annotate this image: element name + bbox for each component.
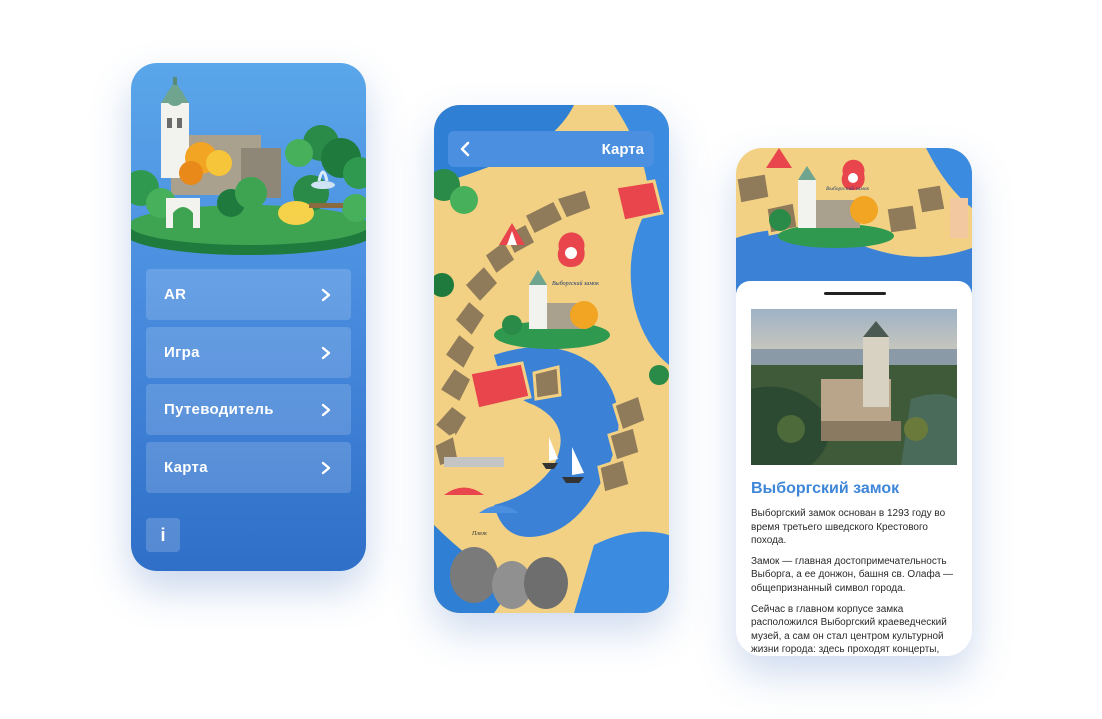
map-header: Карта <box>448 131 654 167</box>
info-button[interactable]: i <box>146 518 180 552</box>
page-title: Выборгский замок <box>751 480 900 497</box>
castle-illustration <box>131 77 366 255</box>
map-marker-label: Выборгский замок <box>552 280 599 287</box>
beach-label: Пляж <box>471 531 488 537</box>
castle-photo <box>751 309 957 465</box>
map-marker-label: Выборгский замок <box>826 185 869 192</box>
detail-sheet: Выборгский замок Выборгский замок основа… <box>736 281 972 656</box>
menu-item-label: AR <box>164 286 187 303</box>
map-illustration[interactable]: Выборгский замок <box>736 148 972 298</box>
menu-item-ar[interactable]: AR <box>146 269 351 320</box>
menu-item-guide[interactable]: Путеводитель <box>146 384 351 435</box>
description-paragraph: Сейчас в главном корпусе замка расположи… <box>751 603 947 656</box>
menu-item-label: Путеводитель <box>164 401 274 418</box>
drag-handle[interactable] <box>824 292 886 295</box>
chevron-right-icon <box>321 288 331 301</box>
chevron-right-icon <box>321 346 331 359</box>
chevron-left-icon[interactable] <box>458 141 474 157</box>
page-title: Карта <box>601 140 644 158</box>
description: Выборгский замок основан в 1293 году во … <box>751 507 961 656</box>
chevron-right-icon <box>321 461 331 474</box>
menu-item-game[interactable]: Игра <box>146 327 351 378</box>
map-screen: Выборгский замок Пляж Карта <box>434 105 669 613</box>
menu-item-map[interactable]: Карта <box>146 442 351 493</box>
chevron-right-icon <box>321 403 331 416</box>
description-paragraph: Выборгский замок основан в 1293 году во … <box>751 508 946 547</box>
menu-item-label: Игра <box>164 344 200 361</box>
menu-item-label: Карта <box>164 459 208 476</box>
menu-screen: AR Игра Путеводитель Карта i <box>131 63 366 571</box>
description-paragraph: Замок — главная достопримечательность Вы… <box>751 555 954 594</box>
map-illustration[interactable]: Выборгский замок Пляж <box>434 105 669 613</box>
detail-screen: Выборгский замок Выборгский замок Выборг… <box>736 148 972 656</box>
